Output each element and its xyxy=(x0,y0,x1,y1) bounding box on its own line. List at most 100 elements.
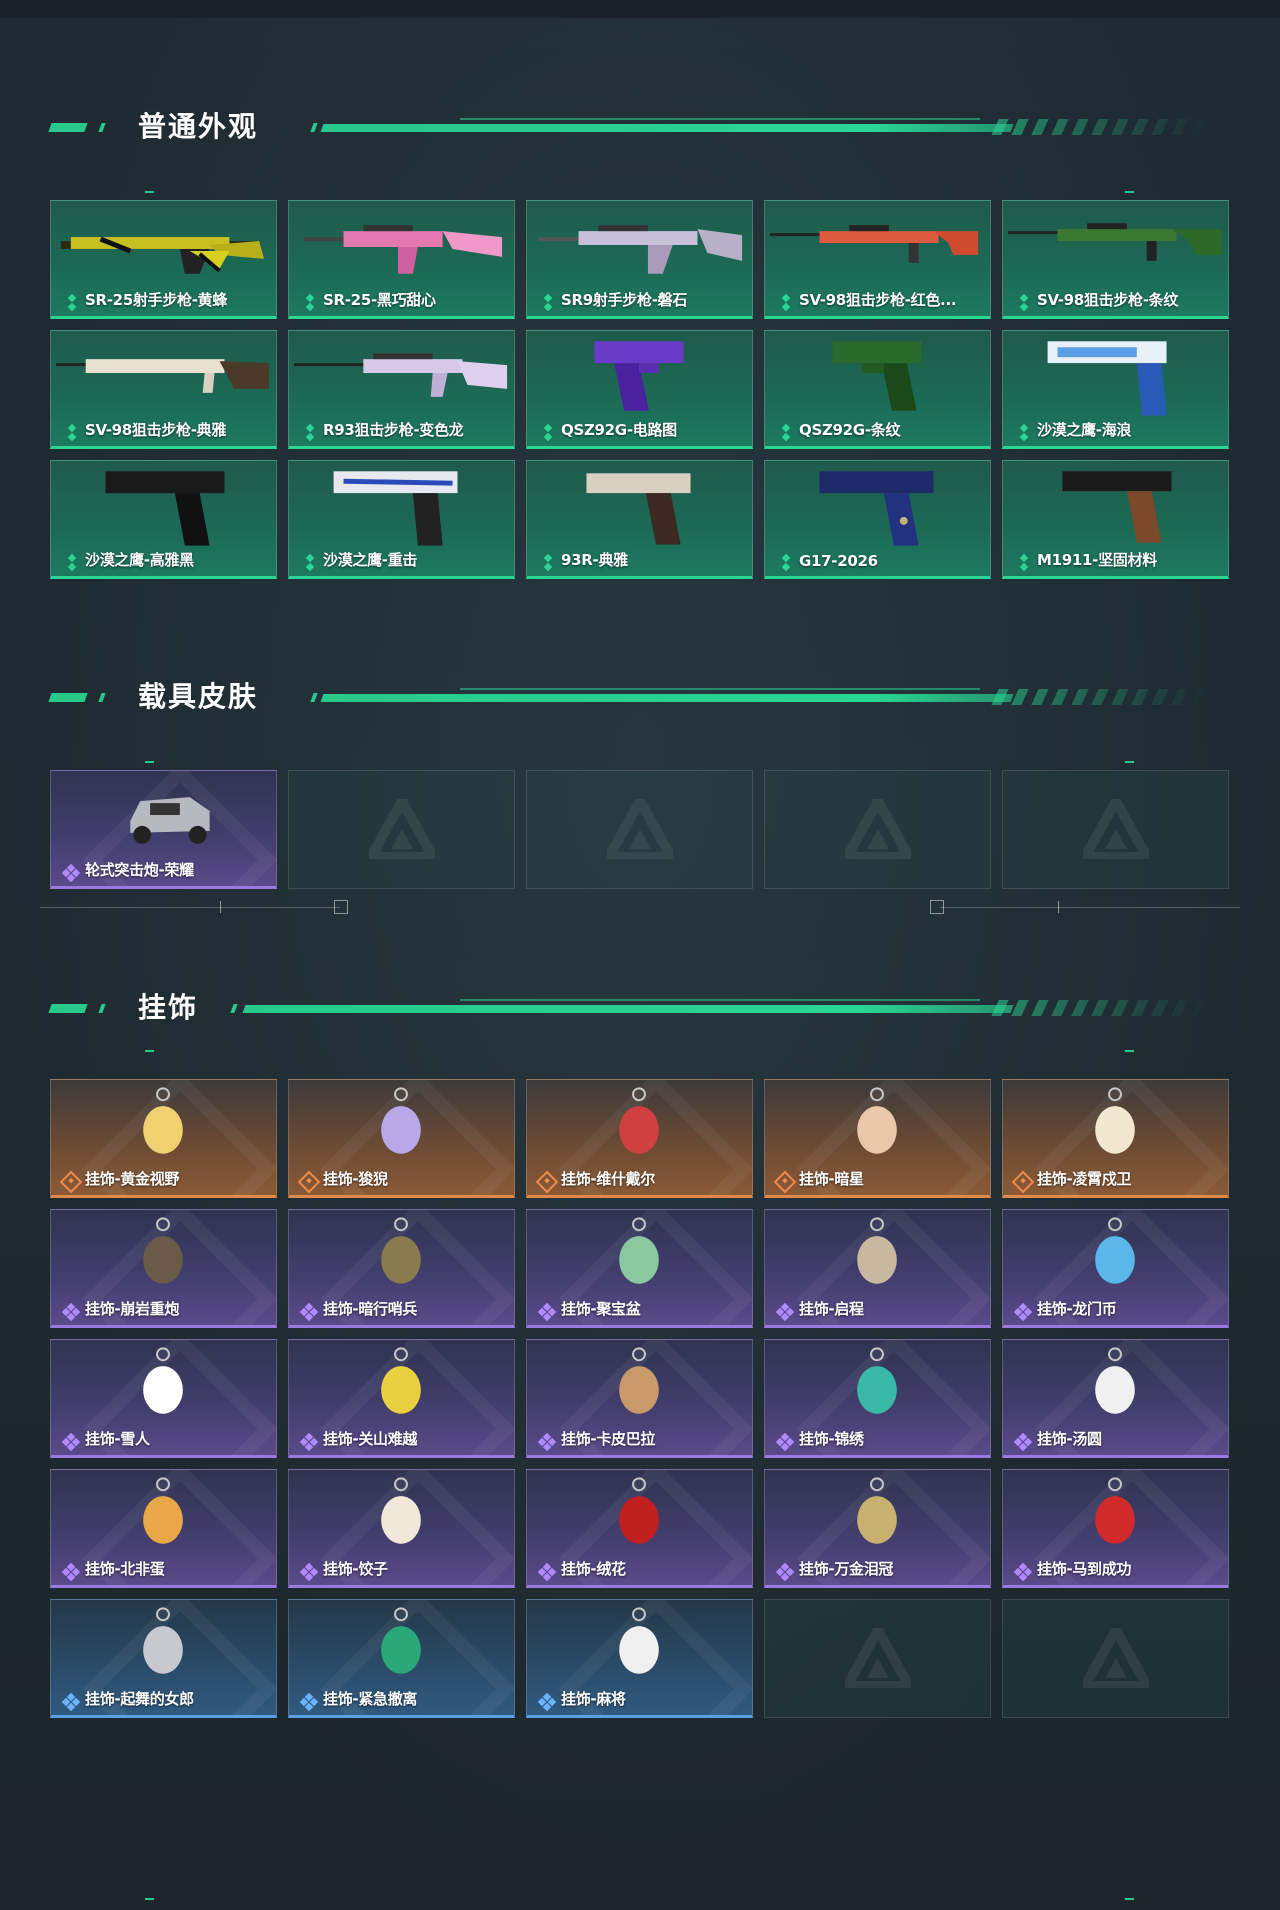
header-line-thin xyxy=(460,118,980,120)
header-dash xyxy=(98,1004,106,1013)
item-card[interactable]: SV-98狙击步枪-典雅 xyxy=(50,330,277,449)
delta-logo-icon xyxy=(845,1628,911,1688)
item-card[interactable]: 沙漠之鹰-重击 xyxy=(288,460,515,579)
item-name: 挂饰-维什戴尔 xyxy=(561,1170,656,1188)
corner-mark xyxy=(1125,1898,1134,1900)
rifle-image xyxy=(769,225,979,263)
rarity-green-icon xyxy=(781,298,791,308)
item-card[interactable]: QSZ92G-条纹 xyxy=(764,330,991,449)
item-card[interactable]: SR-25-黑巧甜心 xyxy=(288,200,515,319)
item-name: 沙漠之鹰-高雅黑 xyxy=(85,551,194,569)
item-card[interactable]: 挂饰-黄金视野 xyxy=(50,1079,277,1198)
item-name: R93狙击步枪-变色龙 xyxy=(323,421,464,439)
item-card[interactable]: 挂饰-麻将 xyxy=(526,1599,753,1718)
item-card[interactable]: 挂饰-暗行哨兵 xyxy=(288,1209,515,1328)
item-card[interactable]: 挂饰-万金泪冠 xyxy=(764,1469,991,1588)
rifle-image xyxy=(293,353,508,397)
item-name: 挂饰-万金泪冠 xyxy=(799,1560,894,1578)
rarity-orange-icon xyxy=(535,1170,559,1194)
item-name: 挂饰-绒花 xyxy=(561,1560,626,1578)
item-name: 挂饰-汤圆 xyxy=(1037,1430,1102,1448)
item-name: 挂饰-卡皮巴拉 xyxy=(561,1430,656,1448)
item-name: 挂饰-饺子 xyxy=(323,1560,388,1578)
header-dash xyxy=(98,693,106,702)
item-card[interactable]: 挂饰-雪人 xyxy=(50,1339,277,1458)
item-name: SR-25射手步枪-黄蜂 xyxy=(85,291,228,309)
header-dash xyxy=(48,123,88,132)
charm-image xyxy=(381,1087,421,1154)
item-card[interactable]: 挂饰-锦绣 xyxy=(764,1339,991,1458)
section-title-vehicle: 载具皮肤 xyxy=(138,680,259,713)
charm-image xyxy=(619,1607,659,1674)
rarity-green-icon xyxy=(1019,298,1029,308)
item-card[interactable]: 挂饰-汤圆 xyxy=(1002,1339,1229,1458)
item-name: 93R-典雅 xyxy=(561,551,628,569)
rifle-image xyxy=(55,359,270,393)
item-card[interactable]: 93R-典雅 xyxy=(526,460,753,579)
item-name: 沙漠之鹰-重击 xyxy=(323,551,418,569)
empty-slot xyxy=(764,770,991,889)
item-card[interactable]: SR9射手步枪-磐石 xyxy=(526,200,753,319)
item-card[interactable]: SV-98狙击步枪-红色... xyxy=(764,200,991,319)
item-card[interactable]: 挂饰-维什戴尔 xyxy=(526,1079,753,1198)
rarity-green-icon xyxy=(543,558,553,568)
item-card[interactable]: G17-2026 xyxy=(764,460,991,579)
header-checker-pattern xyxy=(991,1000,1209,1016)
corner-mark xyxy=(145,1050,154,1052)
rarity-purple-icon xyxy=(775,1302,795,1322)
charm-image xyxy=(381,1347,421,1414)
charm-image xyxy=(381,1607,421,1674)
item-card[interactable]: QSZ92G-电路图 xyxy=(526,330,753,449)
rarity-blue-icon xyxy=(537,1692,557,1712)
rarity-purple-icon xyxy=(1013,1432,1033,1452)
item-card[interactable]: 挂饰-北非蛋 xyxy=(50,1469,277,1588)
item-card[interactable]: 挂饰-启程 xyxy=(764,1209,991,1328)
header-dash xyxy=(98,123,106,132)
empty-slot xyxy=(1002,1599,1229,1718)
item-name: G17-2026 xyxy=(799,552,878,570)
item-card[interactable]: 挂饰-崩岩重炮 xyxy=(50,1209,277,1328)
rarity-purple-icon xyxy=(775,1432,795,1452)
item-card[interactable]: 轮式突击炮-荣耀 xyxy=(50,770,277,889)
item-card[interactable]: 挂饰-暗星 xyxy=(764,1079,991,1198)
header-tick xyxy=(310,123,318,132)
vehicle-image xyxy=(130,797,210,844)
item-card[interactable]: R93狙击步枪-变色龙 xyxy=(288,330,515,449)
pistol-image xyxy=(819,471,934,546)
header-checker-pattern xyxy=(991,119,1209,135)
rarity-purple-icon xyxy=(61,1432,81,1452)
item-card[interactable]: 挂饰-绒花 xyxy=(526,1469,753,1588)
item-card[interactable]: 挂饰-紧急撤离 xyxy=(288,1599,515,1718)
item-card[interactable]: 挂饰-聚宝盆 xyxy=(526,1209,753,1328)
rarity-green-icon xyxy=(305,298,315,308)
charm-image xyxy=(619,1087,659,1154)
rarity-green-icon xyxy=(305,428,315,438)
charm-image xyxy=(1095,1347,1135,1414)
item-card[interactable]: 挂饰-关山难越 xyxy=(288,1339,515,1458)
item-card[interactable]: 沙漠之鹰-海浪 xyxy=(1002,330,1229,449)
item-card[interactable]: 挂饰-饺子 xyxy=(288,1469,515,1588)
item-card[interactable]: 挂饰-龙门币 xyxy=(1002,1209,1229,1328)
item-card[interactable]: 挂饰-卡皮巴拉 xyxy=(526,1339,753,1458)
item-card[interactable]: SV-98狙击步枪-条纹 xyxy=(1002,200,1229,319)
rarity-orange-icon xyxy=(1011,1170,1035,1194)
grid-vehicle-skins: 轮式突击炮-荣耀 xyxy=(50,770,1229,889)
item-card[interactable]: SR-25射手步枪-黄蜂 xyxy=(50,200,277,319)
rarity-purple-icon xyxy=(61,1562,81,1582)
item-card[interactable]: 挂饰-凌霄戍卫 xyxy=(1002,1079,1229,1198)
item-card[interactable]: 挂饰-狻猊 xyxy=(288,1079,515,1198)
item-name: SR9射手步枪-磐石 xyxy=(561,291,688,309)
item-card[interactable]: 挂饰-起舞的女郎 xyxy=(50,1599,277,1718)
header-tick xyxy=(230,1004,238,1013)
charm-image xyxy=(1095,1087,1135,1154)
rarity-green-icon xyxy=(781,558,791,568)
pistol-image xyxy=(586,473,691,545)
pistol-image xyxy=(1062,471,1172,543)
item-card[interactable]: M1911-坚固材料 xyxy=(1002,460,1229,579)
item-card[interactable]: 沙漠之鹰-高雅黑 xyxy=(50,460,277,579)
item-name: 挂饰-狻猊 xyxy=(323,1170,388,1188)
charm-image xyxy=(143,1217,183,1284)
item-card[interactable]: 挂饰-马到成功 xyxy=(1002,1469,1229,1588)
rarity-blue-icon xyxy=(61,1692,81,1712)
rarity-purple-icon xyxy=(537,1562,557,1582)
